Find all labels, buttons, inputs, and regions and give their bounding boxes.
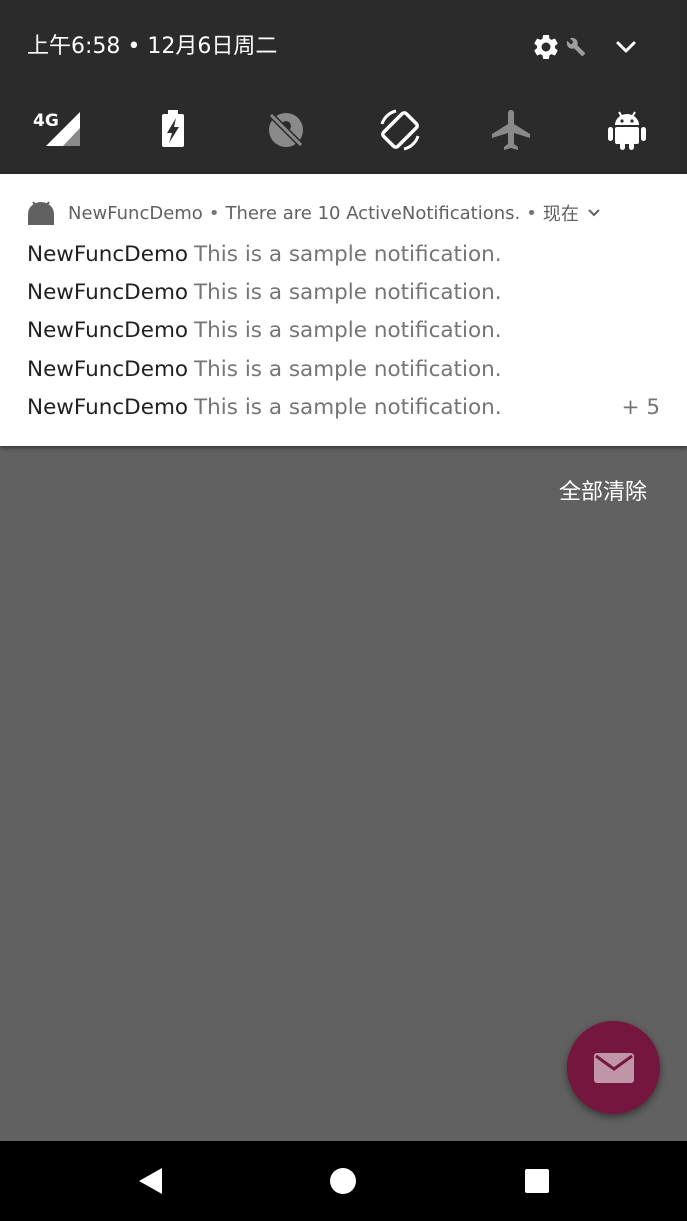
back-icon[interactable] bbox=[131, 1161, 171, 1201]
line-title: NewFuncDemo bbox=[27, 280, 189, 306]
date-time-label: 上午6:58 • 12月6日周二 bbox=[27, 34, 278, 59]
home-icon[interactable] bbox=[323, 1161, 363, 1201]
navigation-bar bbox=[0, 1141, 687, 1221]
mobile-data-label: 4G bbox=[33, 111, 59, 131]
line-text: This is a sample notification. bbox=[194, 280, 502, 306]
recents-icon[interactable] bbox=[517, 1161, 557, 1201]
notification-line: NewFuncDemo This is a sample notification… bbox=[27, 389, 667, 427]
notification-lines: NewFuncDemo This is a sample notification… bbox=[27, 236, 667, 427]
notification-line: NewFuncDemo This is a sample notification… bbox=[27, 351, 667, 389]
more-count-badge: + 5 bbox=[621, 394, 660, 420]
notification-shade: 上午6:58 • 12月6日周二 4G NewFuncDemo • There … bbox=[0, 0, 687, 1221]
clear-all-button[interactable]: 全部清除 bbox=[559, 472, 647, 508]
line-text: This is a sample notification. bbox=[194, 394, 502, 420]
android-head-icon bbox=[28, 201, 54, 225]
line-title: NewFuncDemo bbox=[27, 242, 189, 267]
line-text: This is a sample notification. bbox=[194, 356, 502, 382]
airplane-mode-icon[interactable] bbox=[488, 106, 536, 154]
quick-settings-panel: 上午6:58 • 12月6日周二 4G bbox=[0, 0, 687, 174]
email-icon bbox=[593, 1052, 634, 1083]
separator-dot: • bbox=[526, 202, 537, 224]
mobile-data-4g-icon[interactable]: 4G bbox=[32, 106, 80, 154]
chevron-down-icon[interactable] bbox=[612, 36, 640, 58]
line-text: This is a sample notification. bbox=[194, 318, 502, 344]
notification-header: NewFuncDemo • There are 10 ActiveNotific… bbox=[27, 200, 601, 226]
wrench-icon bbox=[566, 37, 586, 57]
expand-chevron-icon[interactable] bbox=[587, 208, 601, 218]
line-title: NewFuncDemo bbox=[27, 394, 189, 420]
auto-rotate-icon[interactable] bbox=[376, 106, 424, 154]
notification-line: NewFuncDemo This is a sample notification… bbox=[27, 274, 667, 312]
separator-dot: • bbox=[208, 202, 220, 224]
battery-saver-icon[interactable] bbox=[149, 106, 197, 154]
email-fab-button[interactable] bbox=[567, 1021, 660, 1114]
line-text: This is a sample notification. bbox=[194, 242, 502, 267]
notification-line: NewFuncDemo This is a sample notification… bbox=[27, 312, 667, 350]
line-title: NewFuncDemo bbox=[27, 356, 189, 382]
app-name: NewFuncDemo bbox=[68, 202, 203, 224]
line-title: NewFuncDemo bbox=[27, 318, 189, 344]
location-off-icon[interactable] bbox=[262, 106, 310, 154]
android-icon[interactable] bbox=[603, 106, 651, 154]
notification-summary: There are 10 ActiveNotifications. bbox=[225, 202, 521, 224]
notification-card[interactable]: NewFuncDemo • There are 10 ActiveNotific… bbox=[0, 174, 687, 446]
notification-line: NewFuncDemo This is a sample notification… bbox=[27, 236, 667, 274]
gear-icon[interactable] bbox=[531, 32, 561, 62]
notification-time: 现在 bbox=[542, 204, 579, 225]
